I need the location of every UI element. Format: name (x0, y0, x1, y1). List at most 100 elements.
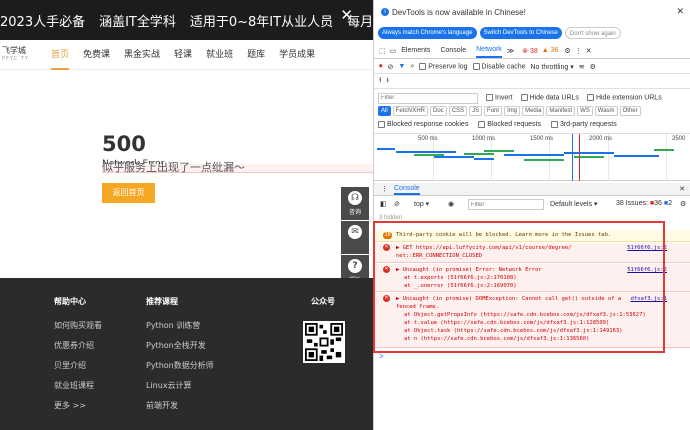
tab-elements[interactable]: Elements (401, 44, 430, 57)
network-filter-input[interactable] (378, 92, 478, 104)
export-har-icon[interactable]: ⭳ (386, 76, 388, 87)
sidebar-toggle-icon[interactable]: ◧ (380, 200, 387, 208)
footer-link[interactable]: Python 训练营 (146, 320, 214, 331)
footer-link[interactable]: Python数据分析师 (146, 360, 214, 371)
more-tabs-icon[interactable]: ≫ (507, 47, 514, 55)
search-icon[interactable]: ⌕ (410, 63, 414, 71)
nav-item-results[interactable]: 学员成果 (279, 40, 315, 70)
console-warning-row[interactable]: 38 Third-party cookie will be blocked. L… (374, 230, 690, 242)
type-doc[interactable]: Doc (430, 106, 447, 116)
infobar-close-icon[interactable]: ✕ (676, 6, 684, 17)
type-media[interactable]: Media (522, 106, 545, 116)
site-logo[interactable]: 飞学城 PFYC TY (0, 46, 44, 64)
clear-console-icon[interactable]: ⊘ (394, 200, 400, 208)
disable-cache-label: Disable cache (481, 63, 526, 71)
banner-close-icon[interactable]: ✕ (340, 6, 353, 24)
error-source-link[interactable]: 51f66f6.js:2 (627, 266, 667, 274)
nav-item-free[interactable]: 免费课 (83, 40, 110, 70)
settings-gear-icon[interactable]: ⚙ (564, 47, 570, 55)
context-select[interactable]: top ▾ (414, 200, 429, 208)
hidden-count: 3 hidden (379, 215, 403, 221)
throttling-select[interactable]: No throttling ▾ (531, 63, 574, 71)
hide-data-urls-checkbox[interactable]: Hide data URLs (520, 94, 579, 102)
network-timeline-overview[interactable]: 500 ms 1000 ms 1500 ms 2000 ms 2500 (374, 133, 690, 181)
log-levels-select[interactable]: Default levels ▾ (550, 200, 598, 208)
console-filter-input[interactable] (468, 199, 544, 210)
drawer-tab-console[interactable]: Console (394, 185, 420, 195)
type-wasm[interactable]: Wasm (594, 106, 618, 116)
device-toggle-icon[interactable]: ▭ (390, 47, 397, 55)
nav-item-questions[interactable]: 题库 (247, 40, 265, 70)
blocked-cookies-checkbox[interactable]: Blocked response cookies (378, 121, 468, 128)
switch-chinese-button[interactable]: Switch DevTools to Chinese (479, 27, 562, 39)
live-expression-icon[interactable]: ◉ (448, 200, 454, 208)
resource-type-filters: All Fetch/XHR Doc CSS JS Font Img Media … (378, 106, 641, 116)
blocked-filters-row: Blocked response cookies Blocked request… (378, 121, 617, 128)
blocked-requests-label: Blocked requests (487, 121, 541, 129)
console-error-row[interactable]: ✕ ▶ GET https://api.luffycity.com/api/v1… (374, 243, 690, 263)
console-error-row[interactable]: ✕ ▶ Uncaught (in promise) DOMException: … (374, 293, 690, 348)
error-source-link[interactable]: 51f66f6.js:2 (627, 244, 667, 252)
side-message-button[interactable]: ✉ (341, 221, 369, 254)
nav-item-practice[interactable]: 黑金实战 (124, 40, 160, 70)
side-consult-button[interactable]: ☊ 咨询 (341, 187, 369, 220)
invert-label: Invert (495, 94, 513, 102)
error-block: 500 似乎服务上出现了一点纰漏～ Network Error 返回首页 (102, 132, 373, 203)
footer-link[interactable]: 就业班课程 (54, 380, 102, 391)
footer-link[interactable]: 贝里介绍 (54, 360, 102, 371)
console-settings-icon[interactable]: ⚙ (680, 200, 686, 208)
devtools-pane: i DevTools is now available in Chinese! … (373, 0, 690, 430)
issues-counter[interactable]: 38 Issues: ■36 ■2 (616, 200, 672, 207)
hide-ext-label: Hide extension URLs (595, 94, 662, 102)
type-manifest[interactable]: Manifest (546, 106, 576, 116)
clear-icon[interactable]: ⊘ (388, 63, 394, 71)
nav-item-jobs[interactable]: 就业班 (206, 40, 233, 70)
drawer-menu-icon[interactable]: ⋮ (381, 185, 388, 193)
import-har-icon[interactable]: ⭱ (379, 76, 381, 87)
footer-help: 帮助中心 如何购买观看 优惠券介绍 贝里介绍 就业班课程 更多 >> (54, 296, 102, 420)
type-img[interactable]: Img (504, 106, 521, 116)
wifi-icon[interactable]: ≋ (579, 63, 585, 71)
dont-show-button[interactable]: Don't show again (564, 27, 621, 39)
tab-console[interactable]: Console (440, 44, 466, 57)
third-party-checkbox[interactable]: 3rd-party requests (550, 121, 617, 128)
error-count-badge[interactable]: ⊗ 38 (522, 47, 538, 55)
type-font[interactable]: Font (484, 106, 503, 116)
type-js[interactable]: JS (469, 106, 483, 116)
invert-checkbox[interactable]: Invert (486, 94, 513, 102)
drawer-close-icon[interactable]: ✕ (679, 185, 685, 193)
record-icon[interactable]: ⏺ (379, 63, 383, 71)
devtools-menu-icon[interactable]: ⋮ (575, 47, 582, 55)
console-error-row[interactable]: ✕ ▶ Uncaught (in promise) Error: Network… (374, 264, 690, 292)
type-all[interactable]: All (378, 106, 391, 116)
type-other[interactable]: Other (619, 106, 641, 116)
console-prompt[interactable]: > (379, 352, 384, 361)
type-ws[interactable]: WS (577, 106, 593, 116)
nav-item-home[interactable]: 首页 (51, 40, 70, 70)
match-language-button[interactable]: Always match Chrome's language (378, 27, 477, 39)
inspect-icon[interactable]: ⬚ (379, 47, 386, 55)
type-fetch[interactable]: Fetch/XHR (392, 106, 429, 116)
drawer-tabbar: ⋮ Console ✕ (374, 183, 690, 196)
devtools-close-icon[interactable]: ✕ (586, 47, 592, 55)
footer-link[interactable]: 优惠券介绍 (54, 340, 102, 351)
tab-network[interactable]: Network (476, 43, 502, 58)
hide-ext-urls-checkbox[interactable]: Hide extension URLs (586, 94, 662, 102)
back-home-button[interactable]: 返回首页 (102, 183, 155, 203)
error-source-link[interactable]: dfxaf3.js:1 (631, 295, 667, 303)
type-css[interactable]: CSS (448, 106, 468, 116)
warning-count-badge[interactable]: ▲ 36 (542, 47, 559, 54)
warning-text: Third-party cookie will be blocked. Lear… (396, 232, 612, 238)
footer-link[interactable]: Linux云计算 (146, 380, 214, 391)
footer-link-more[interactable]: 更多 >> (54, 400, 102, 411)
preserve-log-checkbox[interactable]: Preserve log (419, 62, 468, 70)
footer-link[interactable]: 前端开发 (146, 400, 214, 411)
blocked-requests-checkbox[interactable]: Blocked requests (478, 121, 541, 128)
footer-link[interactable]: Python全栈开发 (146, 340, 214, 351)
disable-cache-checkbox[interactable]: Disable cache (472, 62, 526, 71)
nav-item-light[interactable]: 轻课 (174, 40, 192, 70)
footer-link[interactable]: 如何购买观看 (54, 320, 102, 331)
filter-icon[interactable]: ▼ (398, 63, 405, 70)
network-settings-icon[interactable]: ⚙ (590, 63, 596, 71)
promo-banner[interactable]: 2023人手必备 涵盖IT全学科 适用于0~8年IT从业人员 每月必更3~5门新… (0, 0, 373, 40)
